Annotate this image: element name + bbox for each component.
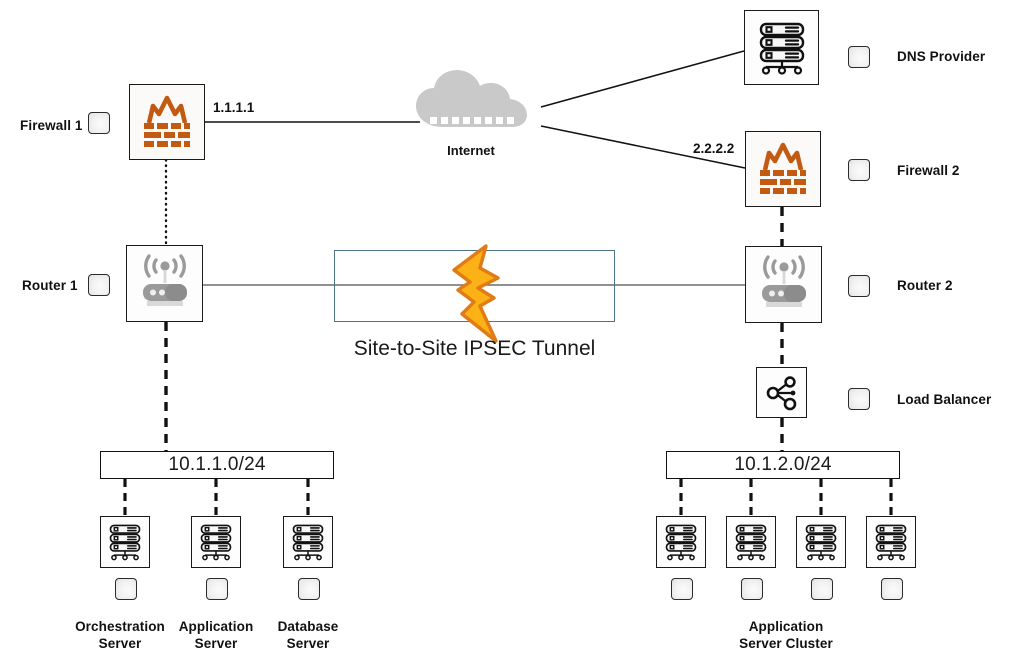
cloud-icon <box>416 70 527 127</box>
subnet-right-label: 10.1.2.0/24 <box>734 454 832 475</box>
server-icon <box>875 524 907 561</box>
label-application-server-cluster: Application Server Cluster <box>691 618 881 653</box>
server-icon <box>109 524 141 561</box>
cluster-server-node-4[interactable] <box>866 516 916 568</box>
legend-key-load-balancer <box>848 388 870 410</box>
link-internet-dns <box>540 50 745 108</box>
network-diagram-canvas: Site-to-Site IPSEC Tunnel Internet 1.1.1… <box>0 0 1018 669</box>
legend-key-firewall-2 <box>848 159 870 181</box>
router-1-node[interactable] <box>126 245 203 322</box>
tunnel-label: Site-to-Site IPSEC Tunnel <box>353 337 596 360</box>
legend-key-cluster-server-3 <box>811 578 833 600</box>
internet-label: Internet <box>447 143 495 158</box>
subnet-bar-left: 10.1.1.0/24 <box>100 451 334 479</box>
legend-label-router-1: Router 1 <box>22 278 78 293</box>
label-database-server: Database Server <box>243 618 373 653</box>
load-balancer-node[interactable] <box>756 367 807 418</box>
lightning-bolt-icon <box>452 244 500 343</box>
internet-cloud <box>413 69 529 136</box>
cluster-server-node-1[interactable] <box>656 516 706 568</box>
firewall-icon <box>760 142 806 194</box>
server-icon <box>735 524 767 561</box>
legend-key-database-server <box>298 578 320 600</box>
server-icon <box>200 524 232 561</box>
legend-key-cluster-server-2 <box>741 578 763 600</box>
server-icon <box>759 22 804 75</box>
router-2-node[interactable] <box>745 246 822 323</box>
router-icon <box>761 254 806 307</box>
legend-key-cluster-server-4 <box>881 578 903 600</box>
orchestration-server-node[interactable] <box>100 516 150 568</box>
firewall-icon <box>144 95 190 147</box>
legend-key-application-server <box>206 578 228 600</box>
firewall-1-node[interactable] <box>129 84 205 160</box>
server-icon <box>292 524 324 561</box>
application-server-node[interactable] <box>191 516 241 568</box>
legend-key-router-1 <box>88 274 110 296</box>
legend-label-firewall-1: Firewall 1 <box>20 118 83 133</box>
legend-label-firewall-2: Firewall 2 <box>897 163 960 178</box>
load-balancer-icon <box>766 375 796 410</box>
legend-key-orchestration-server <box>115 578 137 600</box>
cluster-server-node-2[interactable] <box>726 516 776 568</box>
label-line-2: Server <box>98 636 142 652</box>
legend-label-router-2: Router 2 <box>897 278 953 293</box>
dns-provider-node[interactable] <box>744 10 819 85</box>
legend-key-dns-provider <box>848 46 870 68</box>
subnet-bar-right: 10.1.2.0/24 <box>666 451 900 479</box>
legend-label-dns-provider: DNS Provider <box>897 49 986 64</box>
label-line-2: Server <box>286 636 330 652</box>
server-icon <box>665 524 697 561</box>
firewall-2-node[interactable] <box>745 131 821 207</box>
firewall1-ip-label: 1.1.1.1 <box>213 100 255 115</box>
subnet-left-label: 10.1.1.0/24 <box>168 454 266 475</box>
legend-key-router-2 <box>848 275 870 297</box>
legend-label-load-balancer: Load Balancer <box>897 392 992 407</box>
router-icon <box>142 253 187 306</box>
label-line-2: Server Cluster <box>739 636 833 652</box>
database-server-node[interactable] <box>283 516 333 568</box>
legend-key-cluster-server-1 <box>671 578 693 600</box>
label-line-1: Application <box>748 619 824 634</box>
server-icon <box>805 524 837 561</box>
cluster-server-node-3[interactable] <box>796 516 846 568</box>
legend-key-firewall-1 <box>88 112 110 134</box>
label-line-1: Database <box>277 619 339 634</box>
firewall2-ip-label: 2.2.2.2 <box>693 141 735 156</box>
label-line-2: Server <box>194 636 238 652</box>
